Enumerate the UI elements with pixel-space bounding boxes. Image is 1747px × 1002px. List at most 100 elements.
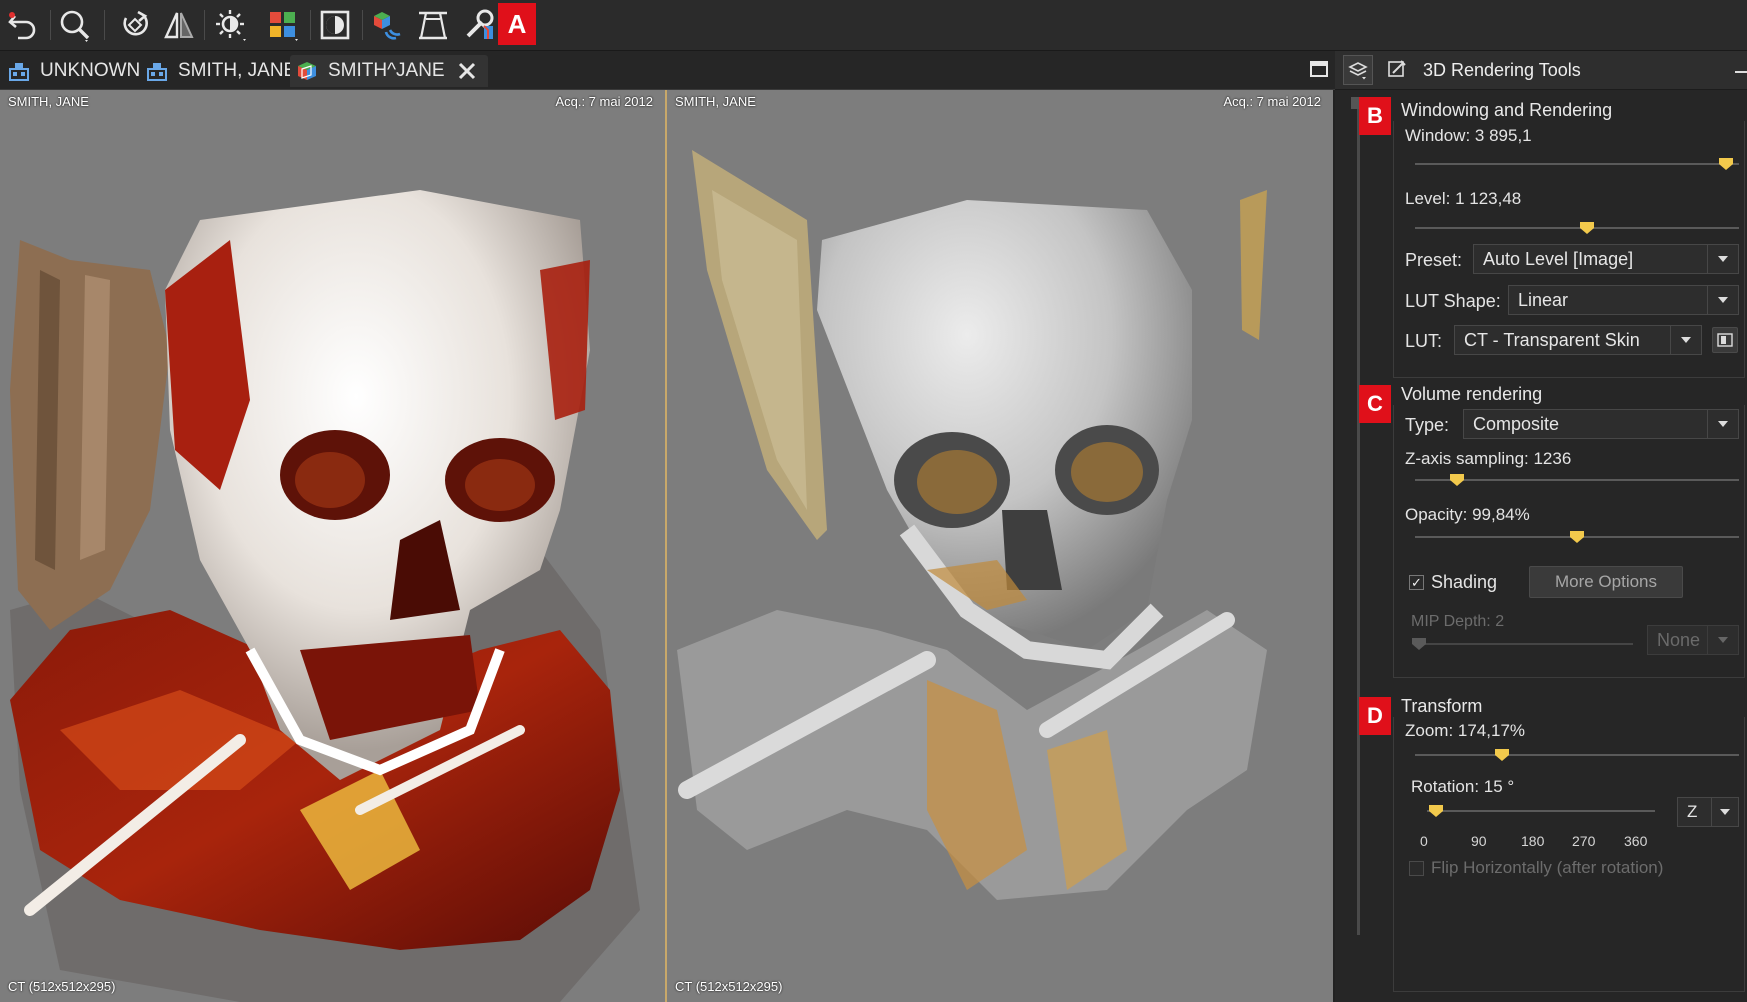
flip-horizontally-label: Flip Horizontally (after rotation) bbox=[1431, 858, 1664, 877]
viewport-series-info: CT (512x512x295) bbox=[675, 979, 783, 994]
viewport-series-info: CT (512x512x295) bbox=[8, 979, 116, 994]
level-slider-thumb[interactable] bbox=[1579, 221, 1595, 235]
check-icon: ✓ bbox=[1411, 575, 1422, 590]
shading-label: Shading bbox=[1431, 572, 1498, 592]
rotation-label: Rotation: 15 ° bbox=[1411, 777, 1515, 796]
flip-icon[interactable] bbox=[160, 6, 198, 44]
lut-shape-dropdown[interactable]: Linear bbox=[1508, 285, 1739, 315]
tab-smith-jane[interactable]: SMITH, JANE bbox=[140, 55, 302, 87]
rotation-axis-dropdown[interactable]: Z bbox=[1677, 797, 1739, 827]
zoom-slider-thumb[interactable] bbox=[1494, 748, 1510, 762]
brightness-icon[interactable] bbox=[212, 6, 250, 44]
windowing-section-title: Windowing and Rendering bbox=[1401, 100, 1613, 120]
close-icon[interactable] bbox=[457, 61, 477, 81]
viewport-patient-name: SMITH, JANE bbox=[675, 94, 756, 109]
window-slider-thumb[interactable] bbox=[1718, 157, 1734, 171]
rotate-icon[interactable] bbox=[116, 6, 154, 44]
tab-smith-jane-3d[interactable]: SMITH^JANE bbox=[290, 55, 488, 87]
badge-a: A bbox=[498, 3, 536, 45]
undo-icon[interactable] bbox=[4, 6, 42, 44]
invert-icon[interactable] bbox=[316, 6, 354, 44]
layers-menu-icon[interactable] bbox=[1343, 55, 1373, 85]
toolbar-separator bbox=[104, 10, 105, 40]
mip-mode-value: None bbox=[1657, 629, 1701, 650]
render-type-dropdown[interactable]: Composite bbox=[1463, 409, 1739, 439]
transform-section bbox=[1393, 717, 1745, 992]
level-slider[interactable] bbox=[1415, 227, 1739, 229]
badge-b: B bbox=[1359, 97, 1391, 135]
more-options-button[interactable]: More Options bbox=[1529, 566, 1683, 598]
window-value-label: Window: 3 895,1 bbox=[1405, 126, 1532, 145]
mip-depth-thumb bbox=[1411, 637, 1427, 651]
chevron-down-icon bbox=[1707, 410, 1738, 438]
panel-scrollbar[interactable] bbox=[1357, 99, 1360, 935]
settings-tools-icon[interactable] bbox=[460, 6, 498, 44]
lut-label: LUT: bbox=[1405, 331, 1443, 351]
rotation-tick: 0 bbox=[1420, 833, 1428, 849]
lut-shape-value: Linear bbox=[1518, 289, 1569, 310]
viewport-acquisition-date: Acq.: 7 mai 2012 bbox=[1223, 94, 1321, 109]
preset-value: Auto Level [Image] bbox=[1483, 248, 1634, 269]
render-transparent-skin bbox=[10, 190, 640, 1002]
zoom-label: Zoom: 174,17% bbox=[1405, 721, 1526, 740]
reslice-icon[interactable] bbox=[414, 6, 452, 44]
flip-horizontally-checkbox[interactable] bbox=[1409, 861, 1424, 876]
panel-header: 3D Rendering Tools bbox=[1335, 51, 1747, 90]
volume-section-title: Volume rendering bbox=[1401, 384, 1543, 404]
mip-depth-slider bbox=[1415, 643, 1633, 645]
type-label: Type: bbox=[1405, 415, 1450, 435]
study-icon bbox=[147, 63, 167, 81]
render-bone bbox=[677, 150, 1267, 900]
main-toolbar: A bbox=[0, 0, 1747, 51]
toolbar-separator bbox=[362, 10, 363, 40]
viewport-left[interactable]: SMITH, JANE Acq.: 7 mai 2012 CT (512x512… bbox=[0, 90, 667, 1002]
layout-grid-icon[interactable] bbox=[264, 6, 302, 44]
viewport-patient-name: SMITH, JANE bbox=[8, 94, 89, 109]
badge-d: D bbox=[1359, 697, 1391, 735]
rotation-slider[interactable] bbox=[1427, 810, 1655, 812]
preset-label: Preset: bbox=[1405, 250, 1463, 270]
chevron-down-icon bbox=[1707, 286, 1738, 314]
rendering-tools-icon bbox=[1387, 59, 1407, 79]
z-axis-sampling-label: Z-axis sampling: 1236 bbox=[1405, 449, 1572, 468]
mip-mode-dropdown: None bbox=[1647, 625, 1739, 655]
panel-scroll-handle[interactable] bbox=[1351, 97, 1359, 109]
toolbar-separator bbox=[50, 10, 51, 40]
render-type-value: Composite bbox=[1473, 413, 1560, 434]
lut-editor-icon bbox=[1717, 333, 1733, 347]
shading-checkbox[interactable]: ✓ bbox=[1409, 575, 1424, 590]
viewport-right[interactable]: SMITH, JANE Acq.: 7 mai 2012 CT (512x512… bbox=[667, 90, 1333, 1002]
chevron-down-icon bbox=[1707, 245, 1738, 273]
maximize-icon[interactable] bbox=[1310, 61, 1328, 77]
sync-3d-icon[interactable] bbox=[368, 6, 406, 44]
toolbar-separator bbox=[204, 10, 205, 40]
tab-label: UNKNOWN bbox=[40, 60, 141, 81]
transform-section-title: Transform bbox=[1401, 696, 1483, 716]
study-icon bbox=[9, 63, 29, 81]
minimize-icon[interactable] bbox=[1735, 71, 1747, 73]
level-value-label: Level: 1 123,48 bbox=[1405, 189, 1522, 208]
opacity-label: Opacity: 99,84% bbox=[1405, 505, 1530, 524]
badge-c: C bbox=[1359, 385, 1391, 423]
chevron-down-icon bbox=[1707, 626, 1738, 654]
rotation-tick: 90 bbox=[1471, 833, 1487, 849]
window-slider[interactable] bbox=[1415, 163, 1739, 165]
zoom-icon[interactable] bbox=[56, 6, 94, 44]
tab-unknown[interactable]: UNKNOWN bbox=[2, 55, 146, 87]
zoom-slider[interactable] bbox=[1415, 754, 1739, 756]
rotation-slider-thumb[interactable] bbox=[1428, 804, 1444, 818]
toolbar-separator bbox=[310, 10, 311, 40]
lut-editor-button[interactable] bbox=[1712, 327, 1738, 353]
z-axis-sampling-thumb[interactable] bbox=[1449, 473, 1465, 487]
rotation-tick: 360 bbox=[1624, 833, 1648, 849]
preset-dropdown[interactable]: Auto Level [Image] bbox=[1473, 244, 1739, 274]
tab-label: SMITH^JANE bbox=[328, 60, 445, 81]
rotation-axis-value: Z bbox=[1687, 802, 1698, 821]
lut-dropdown[interactable]: CT - Transparent Skin bbox=[1454, 325, 1702, 355]
panel-title: 3D Rendering Tools bbox=[1423, 60, 1581, 80]
tab-label: SMITH, JANE bbox=[178, 60, 297, 81]
chevron-down-icon bbox=[1670, 326, 1701, 354]
opacity-slider-thumb[interactable] bbox=[1569, 530, 1585, 544]
rotation-tick: 180 bbox=[1521, 833, 1545, 849]
study-tab-bar: UNKNOWN SMITH, JANE SMITH^JANE bbox=[0, 51, 1335, 90]
